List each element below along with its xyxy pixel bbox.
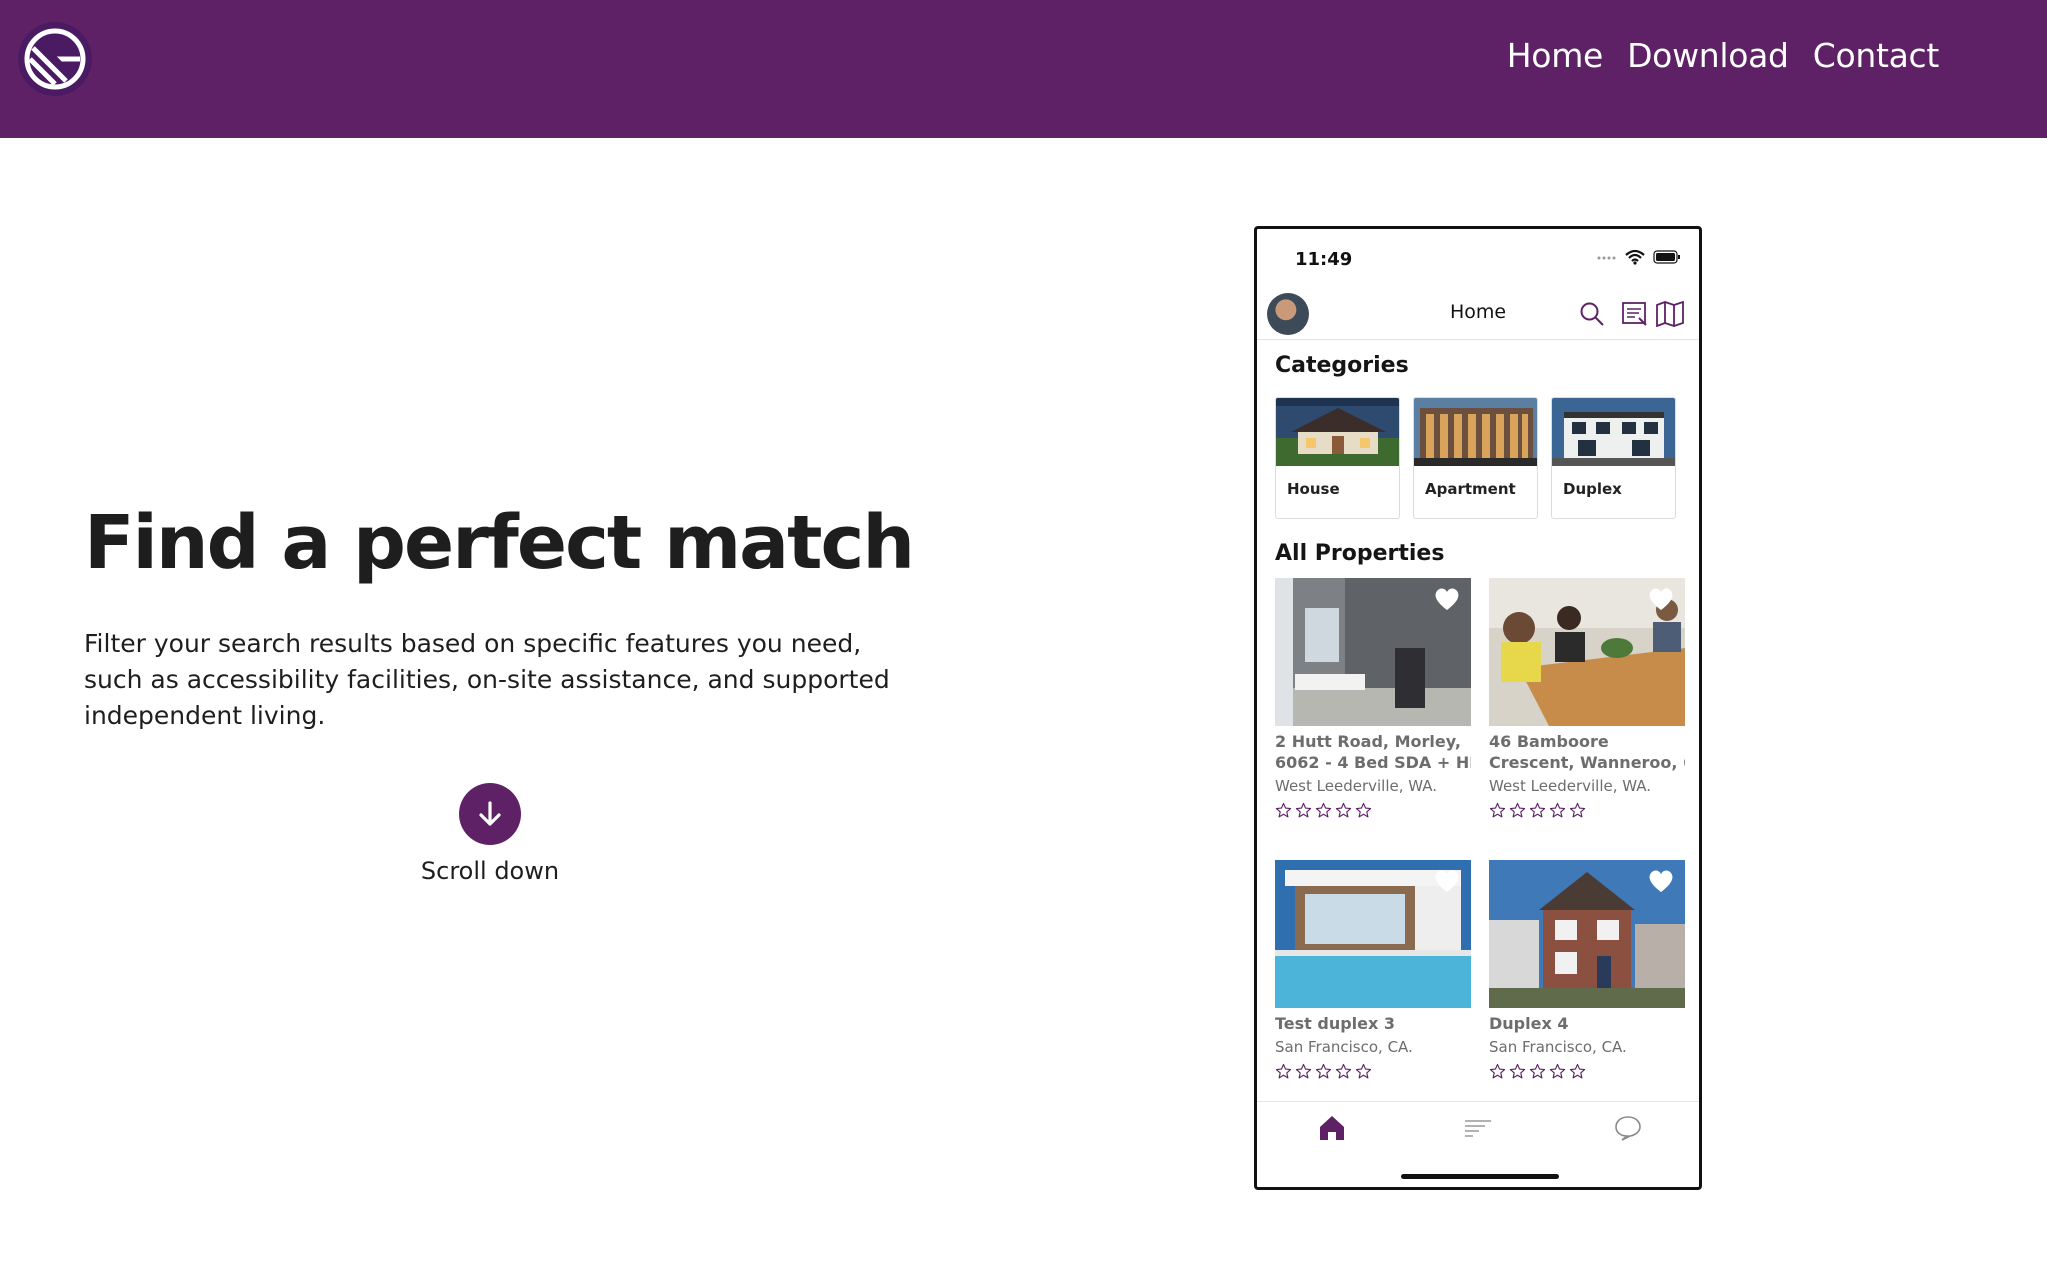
star-icon[interactable] [1355, 802, 1372, 823]
property-image [1489, 578, 1685, 726]
star-rating [1275, 802, 1471, 823]
star-rating [1489, 802, 1685, 823]
house-image [1276, 398, 1399, 466]
heart-icon[interactable] [1647, 868, 1675, 894]
phone-mockup: 11:49 Home Categories House Apartment Du… [1254, 226, 1702, 1190]
star-icon[interactable] [1315, 1063, 1332, 1084]
star-icon[interactable] [1295, 802, 1312, 823]
property-image [1489, 860, 1685, 1008]
star-icon[interactable] [1569, 1063, 1586, 1084]
apartment-image [1414, 398, 1537, 466]
star-icon[interactable] [1295, 1063, 1312, 1084]
category-card-apartment[interactable]: Apartment [1413, 397, 1538, 519]
listing-icon[interactable] [1621, 301, 1649, 327]
scroll-down-button[interactable] [459, 783, 521, 845]
star-icon[interactable] [1275, 1063, 1292, 1084]
hero-title: Find a perfect match [84, 500, 915, 586]
main-nav: Home Download Contact [1507, 36, 1940, 75]
property-card[interactable]: Duplex 4 San Francisco, CA. [1489, 860, 1685, 1084]
star-icon[interactable] [1275, 802, 1292, 823]
star-icon[interactable] [1355, 1063, 1372, 1084]
nav-download-link[interactable]: Download [1627, 36, 1789, 75]
star-icon[interactable] [1569, 802, 1586, 823]
property-name: 2 Hutt Road, Morley, [1275, 732, 1461, 751]
wifi-icon [1625, 249, 1645, 265]
star-icon[interactable] [1489, 1063, 1506, 1084]
property-image [1275, 860, 1471, 1008]
property-card[interactable]: 46 Bamboore Crescent, Wanneroo, 6065 Wes… [1489, 578, 1685, 823]
star-icon[interactable] [1315, 802, 1332, 823]
star-icon[interactable] [1549, 802, 1566, 823]
heart-icon[interactable] [1433, 586, 1461, 612]
status-icons [1597, 249, 1681, 265]
all-properties-title: All Properties [1275, 541, 1445, 566]
property-card[interactable]: 2 Hutt Road, Morley, 6062 - 4 Bed SDA + … [1275, 578, 1471, 823]
star-rating [1275, 1063, 1471, 1084]
categories-title: Categories [1275, 353, 1409, 378]
nav-home-link[interactable]: Home [1507, 36, 1604, 75]
top-navigation-bar: Home Download Contact [0, 0, 2047, 138]
category-card-house[interactable]: House [1275, 397, 1400, 519]
property-name: 46 Bamboore [1489, 732, 1609, 751]
duplex-image [1552, 398, 1675, 466]
arrow-down-icon [479, 801, 501, 826]
signal-icon [1597, 256, 1616, 260]
category-card-duplex[interactable]: Duplex [1551, 397, 1676, 519]
category-label: House [1287, 480, 1340, 498]
star-icon[interactable] [1335, 802, 1352, 823]
gatsby-logo-icon[interactable] [18, 22, 92, 96]
home-icon[interactable] [1317, 1114, 1347, 1142]
star-icon[interactable] [1509, 802, 1526, 823]
star-icon[interactable] [1489, 802, 1506, 823]
chat-icon[interactable] [1613, 1114, 1643, 1142]
property-location: West Leederville, WA. [1275, 777, 1438, 795]
property-location: West Leederville, WA. [1489, 777, 1652, 795]
heart-icon[interactable] [1647, 586, 1675, 612]
property-name-line2: 6062 - 4 Bed SDA + HPS [1275, 753, 1471, 772]
nav-contact-link[interactable]: Contact [1813, 36, 1940, 75]
heart-icon[interactable] [1433, 868, 1461, 894]
star-icon[interactable] [1509, 1063, 1526, 1084]
category-label: Duplex [1563, 480, 1622, 498]
star-icon[interactable] [1335, 1063, 1352, 1084]
home-indicator [1401, 1174, 1559, 1179]
category-label: Apartment [1425, 480, 1516, 498]
star-rating [1489, 1063, 1685, 1084]
list-icon[interactable] [1463, 1118, 1493, 1138]
property-name: Duplex 4 [1489, 1014, 1569, 1033]
star-icon[interactable] [1529, 1063, 1546, 1084]
property-location: San Francisco, CA. [1275, 1038, 1413, 1056]
hero-description: Filter your search results based on spec… [84, 629, 890, 730]
property-name-line2: Crescent, Wanneroo, 6065 [1489, 753, 1685, 772]
status-time: 11:49 [1295, 249, 1353, 270]
app-header: Home [1257, 287, 1699, 340]
property-name: Test duplex 3 [1275, 1014, 1396, 1033]
property-location: San Francisco, CA. [1489, 1038, 1627, 1056]
property-image [1275, 578, 1471, 726]
battery-icon [1653, 250, 1680, 264]
star-icon[interactable] [1549, 1063, 1566, 1084]
star-icon[interactable] [1529, 802, 1546, 823]
bottom-tab-bar [1257, 1101, 1699, 1154]
map-icon[interactable] [1655, 301, 1685, 327]
scroll-down-label: Scroll down [420, 857, 560, 885]
search-icon[interactable] [1579, 301, 1605, 327]
property-card[interactable]: Test duplex 3 San Francisco, CA. [1275, 860, 1471, 1084]
